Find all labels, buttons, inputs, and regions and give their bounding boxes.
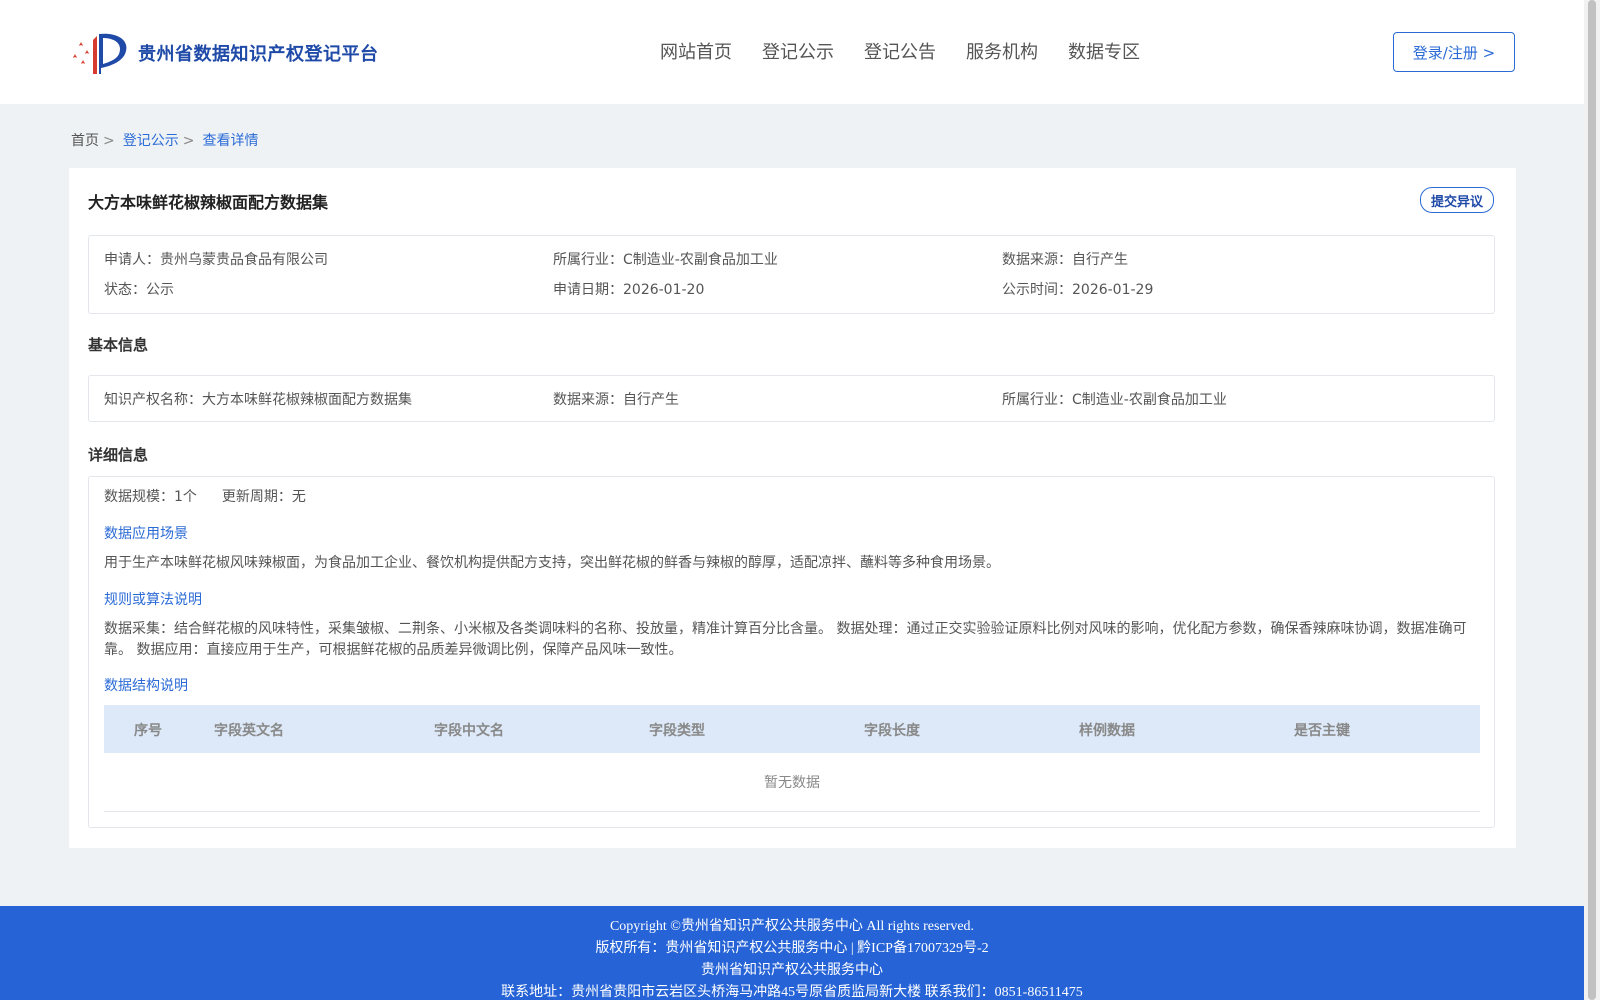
basic-source-value: 自行产生 xyxy=(623,392,679,408)
submit-objection-button[interactable]: 提交异议 xyxy=(1420,187,1494,213)
rule-heading: 规则或算法说明 xyxy=(104,592,202,608)
table-header-row: 序号 字段英文名 字段中文名 字段类型 字段长度 样例数据 是否主键 xyxy=(104,705,1480,753)
footer: Copyright ©贵州省知识产权公共服务中心 All rights rese… xyxy=(0,906,1584,1000)
applicant-label: 申请人： xyxy=(104,252,160,268)
basic-source-label: 数据来源： xyxy=(553,392,623,408)
login-register-button[interactable]: 登录/注册 > xyxy=(1393,32,1515,72)
nav-home[interactable]: 网站首页 xyxy=(660,38,732,64)
scale-label: 数据规模： xyxy=(104,489,174,505)
footer-rights: 版权所有：贵州省知识产权公共服务中心 | 黔ICP备17007329号-2 xyxy=(595,941,989,956)
detail-card: 大方本味鲜花椒辣椒面配方数据集 提交异议 申请人：贵州乌蒙贵品食品有限公司 所属… xyxy=(69,168,1516,848)
applicant-field: 申请人：贵州乌蒙贵品食品有限公司 xyxy=(104,249,328,269)
breadcrumb: 首页 > 登记公示 > 查看详情 xyxy=(71,130,258,150)
column-header: 是否主键 xyxy=(1294,723,1350,739)
applicant-value: 贵州乌蒙贵品食品有限公司 xyxy=(160,252,328,268)
source-label: 数据来源： xyxy=(1002,252,1072,268)
structure-heading: 数据结构说明 xyxy=(104,678,188,694)
main-nav: 网站首页 登记公示 登记公告 服务机构 数据专区 xyxy=(660,38,1140,64)
status-field: 状态：公示 xyxy=(104,279,174,299)
column-header: 样例数据 xyxy=(1079,723,1135,739)
header: 贵州省数据知识产权登记平台 网站首页 登记公示 登记公告 服务机构 数据专区 登… xyxy=(0,0,1584,104)
footer-organization: 贵州省知识产权公共服务中心 xyxy=(701,963,883,978)
source-value: 自行产生 xyxy=(1072,252,1128,268)
industry-label: 所属行业： xyxy=(553,252,623,268)
status-label: 状态： xyxy=(104,282,146,298)
breadcrumb-registration-publicity[interactable]: 登记公示 xyxy=(123,133,179,149)
column-header: 字段类型 xyxy=(649,723,705,739)
breadcrumb-current[interactable]: 查看详情 xyxy=(202,133,258,149)
column-header: 字段中文名 xyxy=(434,723,504,739)
column-header: 字段英文名 xyxy=(214,723,284,739)
basic-source-field: 数据来源：自行产生 xyxy=(553,389,679,409)
column-header: 字段长度 xyxy=(864,723,920,739)
publish-time-field: 公示时间：2026-01-29 xyxy=(1002,279,1153,299)
publish-time-value: 2026-01-29 xyxy=(1072,282,1154,298)
basic-industry-value: C制造业-农副食品加工业 xyxy=(1072,392,1227,408)
ip-name-value: 大方本味鲜花椒辣椒面配方数据集 xyxy=(202,392,412,408)
data-structure-table: 序号 字段英文名 字段中文名 字段类型 字段长度 样例数据 是否主键 暂无数据 xyxy=(104,705,1480,812)
site-title: 贵州省数据知识产权登记平台 xyxy=(138,44,379,65)
detail-info-box: 数据规模：1个 更新周期：无 数据应用场景 用于生产本味鲜花椒风味辣椒面，为食品… xyxy=(88,476,1495,828)
update-label: 更新周期： xyxy=(221,489,292,505)
footer-copyright: Copyright ©贵州省知识产权公共服务中心 All rights rese… xyxy=(609,919,975,934)
apply-date-field: 申请日期：2026-01-20 xyxy=(553,279,704,299)
update-value: 无 xyxy=(291,489,306,505)
status-value: 公示 xyxy=(146,282,174,298)
basic-industry-label: 所属行业： xyxy=(1002,392,1072,408)
breadcrumb-separator: > xyxy=(182,133,195,149)
page-title: 大方本味鲜花椒辣椒面配方数据集 xyxy=(88,193,329,212)
rule-text: 数据采集：结合鲜花椒的风味特性，采集皱椒、二荆条、小米椒及各类调味料的名称、投放… xyxy=(104,621,1467,658)
table-empty-row: 暂无数据 xyxy=(104,753,1480,812)
detail-info-heading: 详细信息 xyxy=(88,446,149,464)
nav-registration-publicity[interactable]: 登记公示 xyxy=(762,38,834,64)
scale-value: 1个 xyxy=(174,489,197,505)
breadcrumb-home[interactable]: 首页 xyxy=(71,133,99,149)
apply-date-label: 申请日期： xyxy=(553,282,623,298)
nav-data-zone[interactable]: 数据专区 xyxy=(1068,38,1140,64)
scene-heading: 数据应用场景 xyxy=(104,526,188,542)
ip-platform-logo-icon[interactable] xyxy=(71,28,131,78)
footer-contact: 联系地址：贵州省贵阳市云岩区头桥海马冲路45号原省质监局新大楼 联系我们：085… xyxy=(501,985,1083,1000)
breadcrumb-separator: > xyxy=(103,133,115,149)
basic-info-heading: 基本信息 xyxy=(88,336,149,354)
source-field: 数据来源：自行产生 xyxy=(1002,249,1128,269)
nav-service-agencies[interactable]: 服务机构 xyxy=(966,38,1038,64)
page-scrollbar[interactable] xyxy=(1584,0,1600,1000)
ip-name-label: 知识产权名称： xyxy=(104,392,202,408)
nav-registration-announcement[interactable]: 登记公告 xyxy=(864,38,936,64)
summary-box: 申请人：贵州乌蒙贵品食品有限公司 所属行业：C制造业-农副食品加工业 数据来源：… xyxy=(88,235,1495,314)
industry-value: C制造业-农副食品加工业 xyxy=(623,252,778,268)
scale-update-line: 数据规模：1个 更新周期：无 xyxy=(104,487,1474,508)
page: 贵州省数据知识产权登记平台 网站首页 登记公示 登记公告 服务机构 数据专区 登… xyxy=(0,0,1584,1000)
scrollbar-thumb[interactable] xyxy=(1588,0,1596,1000)
industry-field: 所属行业：C制造业-农副食品加工业 xyxy=(553,249,778,269)
apply-date-value: 2026-01-20 xyxy=(623,282,705,298)
basic-industry-field: 所属行业：C制造业-农副食品加工业 xyxy=(1002,389,1227,409)
column-header: 序号 xyxy=(134,723,162,739)
publish-time-label: 公示时间： xyxy=(1002,282,1072,298)
basic-info-box: 知识产权名称：大方本味鲜花椒辣椒面配方数据集 数据来源：自行产生 所属行业：C制… xyxy=(88,375,1495,422)
scene-text: 用于生产本味鲜花椒风味辣椒面，为食品加工企业、餐饮机构提供配方支持，突出鲜花椒的… xyxy=(104,555,1000,571)
empty-text: 暂无数据 xyxy=(764,775,820,791)
ip-name-field: 知识产权名称：大方本味鲜花椒辣椒面配方数据集 xyxy=(104,389,412,409)
